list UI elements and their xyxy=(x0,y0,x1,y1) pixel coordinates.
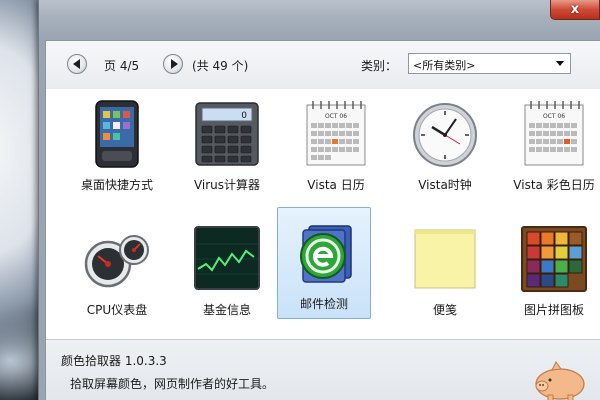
arrow-left-icon xyxy=(72,59,80,69)
calendar-month: OCT 06 xyxy=(325,113,347,120)
gadget-tile-mail-check[interactable]: 邮件检测 xyxy=(277,207,371,319)
gadget-gallery-window: x 页 4/5 (共 49 个) 类别： <所有类别> 桌面快捷方式 0 Vir… xyxy=(38,0,600,400)
gadget-tile-sticky-note[interactable]: 便笺 xyxy=(398,214,492,324)
gadget-tile-fund-info[interactable]: 基金信息 xyxy=(180,214,274,324)
calendar-icon: OCT 06 xyxy=(301,99,371,169)
gadget-label: 基金信息 xyxy=(202,303,251,317)
close-button[interactable]: x xyxy=(550,0,600,20)
gadget-tile-vista-clock[interactable]: Vista时钟 xyxy=(398,89,492,199)
gadget-grid: 桌面快捷方式 0 Virus计算器 OCT 06 Vista 日历 Vista时… xyxy=(46,89,600,339)
cpu-gauge-icon xyxy=(82,224,152,294)
toolbar: 页 4/5 (共 49 个) 类别： <所有类别> xyxy=(46,41,600,89)
gadget-details: 颜色拾取器 1.0.3.3 拾取屏幕颜色，网页制作者的好工具。 xyxy=(46,339,600,400)
gadget-tile-vista-calendar[interactable]: OCT 06 Vista 日历 xyxy=(289,89,383,199)
previous-page-button[interactable] xyxy=(67,54,87,74)
color-calendar-month: OCT 06 xyxy=(543,113,565,120)
sticky-note-icon xyxy=(410,224,480,294)
gadget-tile-vista-color-calendar[interactable]: OCT 06 Vista 彩色日历 xyxy=(507,89,600,199)
title-bar: x xyxy=(39,0,600,40)
calculator-display: 0 xyxy=(241,111,247,121)
calculator-icon: 0 xyxy=(192,99,262,169)
category-select-value: <所有类别> xyxy=(413,59,476,72)
gadget-label: 图片拼图板 xyxy=(523,303,584,317)
gadget-label: CPU仪表盘 xyxy=(86,303,148,317)
gadget-tile-cpu-gauge[interactable]: CPU仪表盘 xyxy=(70,214,164,324)
piggy-mascot-icon xyxy=(530,358,590,400)
gadget-tile-picture-puzzle[interactable]: 图片拼图板 xyxy=(507,214,600,324)
page-indicator: 页 4/5 xyxy=(104,59,140,73)
chevron-down-icon xyxy=(556,61,564,66)
arrow-right-icon xyxy=(170,59,178,69)
gadget-label: Vista 彩色日历 xyxy=(513,178,595,192)
total-count: (共 49 个) xyxy=(192,59,249,73)
gadget-label: Virus计算器 xyxy=(193,178,261,192)
mail-check-icon xyxy=(289,218,359,288)
gadget-details-title: 颜色拾取器 1.0.3.3 xyxy=(61,354,167,368)
gadget-label: 邮件检测 xyxy=(299,297,348,311)
next-page-button[interactable] xyxy=(163,54,183,74)
gallery-content: 页 4/5 (共 49 个) 类别： <所有类别> 桌面快捷方式 0 Virus… xyxy=(45,40,600,400)
category-select[interactable]: <所有类别> xyxy=(408,53,571,74)
gadget-details-description: 拾取屏幕颜色，网页制作者的好工具。 xyxy=(70,377,275,391)
gadget-label: 桌面快捷方式 xyxy=(80,178,153,192)
gadget-tile-calculator[interactable]: 0 Virus计算器 xyxy=(180,89,274,199)
stock-chart-icon xyxy=(192,224,262,294)
category-label: 类别： xyxy=(361,59,398,73)
picture-puzzle-icon xyxy=(519,224,589,294)
phone-shortcut-icon xyxy=(82,99,152,169)
gadget-tile-desktop-shortcut[interactable]: 桌面快捷方式 xyxy=(70,89,164,199)
color-calendar-icon: OCT 06 xyxy=(519,99,589,169)
gadget-label: Vista时钟 xyxy=(418,178,472,192)
clock-icon xyxy=(410,99,480,169)
gadget-label: Vista 日历 xyxy=(307,178,365,192)
gadget-label: 便笺 xyxy=(432,303,457,317)
